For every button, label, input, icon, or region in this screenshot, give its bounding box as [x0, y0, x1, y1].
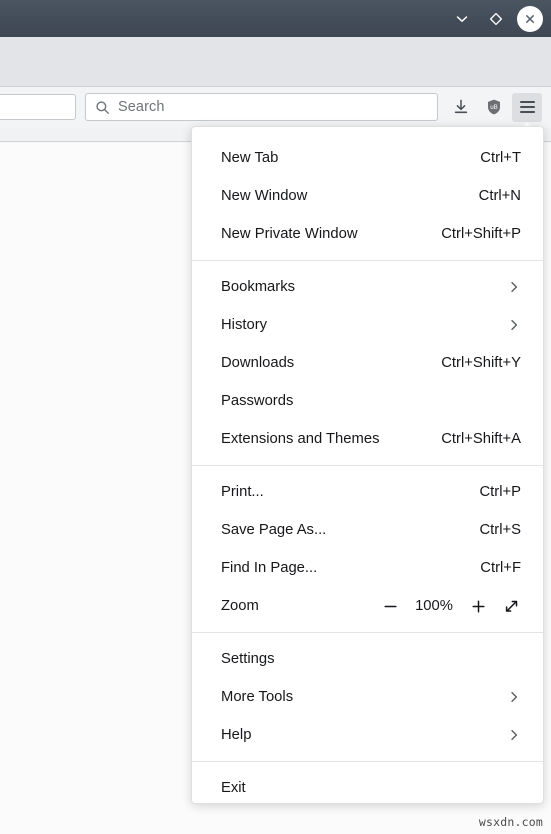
minimize-button[interactable]	[449, 6, 475, 32]
minus-icon	[383, 605, 397, 607]
menu-item-label: New Private Window	[221, 226, 358, 242]
application-menu-panel: New Tab Ctrl+T New Window Ctrl+N New Pri…	[191, 126, 544, 804]
menu-item-label: Passwords	[221, 393, 294, 409]
expand-diagonal-icon	[505, 600, 517, 612]
menu-item-shortcut: Ctrl+Shift+P	[441, 226, 521, 242]
menu-item-label: Extensions and Themes	[221, 431, 380, 447]
menu-item-label: Help	[221, 727, 252, 743]
search-bar[interactable]: Search	[85, 93, 438, 121]
chevron-right-icon	[507, 728, 521, 742]
diamond-icon	[489, 12, 503, 25]
zoom-controls: 100%	[380, 595, 521, 617]
menu-group-settings: Settings More Tools Help	[192, 636, 543, 758]
chevron-right-icon	[507, 318, 521, 332]
close-icon	[521, 10, 539, 27]
menu-item-shortcut: Ctrl+Shift+A	[441, 431, 521, 447]
menu-item-passwords[interactable]: Passwords	[192, 382, 543, 420]
search-input-placeholder: Search	[118, 99, 165, 115]
menu-item-new-window[interactable]: New Window Ctrl+N	[192, 177, 543, 215]
close-button[interactable]	[517, 5, 543, 32]
menu-item-shortcut: Ctrl+T	[480, 150, 521, 166]
window-titlebar	[0, 0, 551, 37]
menu-item-new-tab[interactable]: New Tab Ctrl+T	[192, 139, 543, 177]
menu-item-label: Find In Page...	[221, 560, 318, 576]
maximize-button[interactable]	[483, 6, 509, 32]
menu-item-save-page-as[interactable]: Save Page As... Ctrl+S	[192, 511, 543, 549]
menu-item-find-in-page[interactable]: Find In Page... Ctrl+F	[192, 549, 543, 587]
menu-item-more-tools[interactable]: More Tools	[192, 678, 543, 716]
zoom-out-button[interactable]	[380, 595, 400, 617]
chevron-right-icon	[507, 280, 521, 294]
app-menu-button[interactable]	[512, 92, 542, 131]
menu-separator	[192, 260, 543, 261]
svg-text:uB: uB	[490, 104, 498, 111]
search-icon	[96, 100, 110, 114]
menu-item-extensions-and-themes[interactable]: Extensions and Themes Ctrl+Shift+A	[192, 420, 543, 458]
menu-separator	[192, 632, 543, 633]
menu-item-label: Zoom	[221, 598, 259, 614]
menu-separator	[192, 465, 543, 466]
menu-item-downloads[interactable]: Downloads Ctrl+Shift+Y	[192, 344, 543, 382]
menu-item-exit[interactable]: Exit	[192, 769, 543, 803]
chevron-right-icon	[507, 690, 521, 704]
menu-group-new: New Tab Ctrl+T New Window Ctrl+N New Pri…	[192, 135, 543, 257]
zoom-in-button[interactable]	[468, 595, 488, 617]
menu-item-label: Save Page As...	[221, 522, 327, 538]
toolbar-icon-group: uB	[446, 92, 542, 131]
chevron-down-icon	[456, 15, 468, 22]
menu-item-new-private-window[interactable]: New Private Window Ctrl+Shift+P	[192, 215, 543, 253]
downloads-button[interactable]	[446, 93, 475, 121]
ublock-shield-icon: uB	[487, 99, 500, 115]
hamburger-menu-icon	[519, 101, 535, 113]
menu-item-shortcut: Ctrl+P	[479, 484, 521, 500]
fullscreen-button[interactable]	[501, 595, 521, 617]
menu-item-zoom: Zoom 100%	[192, 587, 543, 625]
downloads-icon	[454, 99, 467, 114]
zoom-level-value[interactable]: 100%	[413, 598, 455, 614]
menu-item-history[interactable]: History	[192, 306, 543, 344]
menu-item-label: Bookmarks	[221, 279, 296, 295]
menu-item-shortcut: Ctrl+F	[480, 560, 521, 576]
menu-group-library: Bookmarks History Downloads Ctrl+Shift+Y…	[192, 264, 543, 462]
menu-item-shortcut: Ctrl+S	[479, 522, 521, 538]
url-input[interactable]	[0, 94, 76, 120]
menu-item-shortcut: Ctrl+N	[478, 188, 521, 204]
menu-item-label: Settings	[221, 651, 275, 667]
menu-group-page: Print... Ctrl+P Save Page As... Ctrl+S F…	[192, 469, 543, 629]
menu-item-label: More Tools	[221, 689, 294, 705]
menu-item-label: New Window	[221, 188, 308, 204]
menu-item-label: History	[221, 317, 268, 333]
menu-item-bookmarks[interactable]: Bookmarks	[192, 268, 543, 306]
watermark: wsxdn.com	[478, 815, 543, 829]
menu-item-label: Downloads	[221, 355, 295, 371]
menu-group-exit: Exit	[192, 765, 543, 803]
menu-item-label: Exit	[221, 780, 246, 796]
menu-separator	[192, 761, 543, 762]
window-controls	[449, 0, 543, 37]
menu-item-help[interactable]: Help	[192, 716, 543, 754]
tabstrip-area	[0, 37, 551, 87]
ublock-origin-button[interactable]: uB	[479, 93, 508, 121]
menu-item-shortcut: Ctrl+Shift+Y	[441, 355, 521, 371]
plus-icon	[471, 599, 485, 613]
menu-item-label: New Tab	[221, 150, 279, 166]
menu-item-settings[interactable]: Settings	[192, 640, 543, 678]
menu-item-label: Print...	[221, 484, 264, 500]
menu-item-print[interactable]: Print... Ctrl+P	[192, 473, 543, 511]
